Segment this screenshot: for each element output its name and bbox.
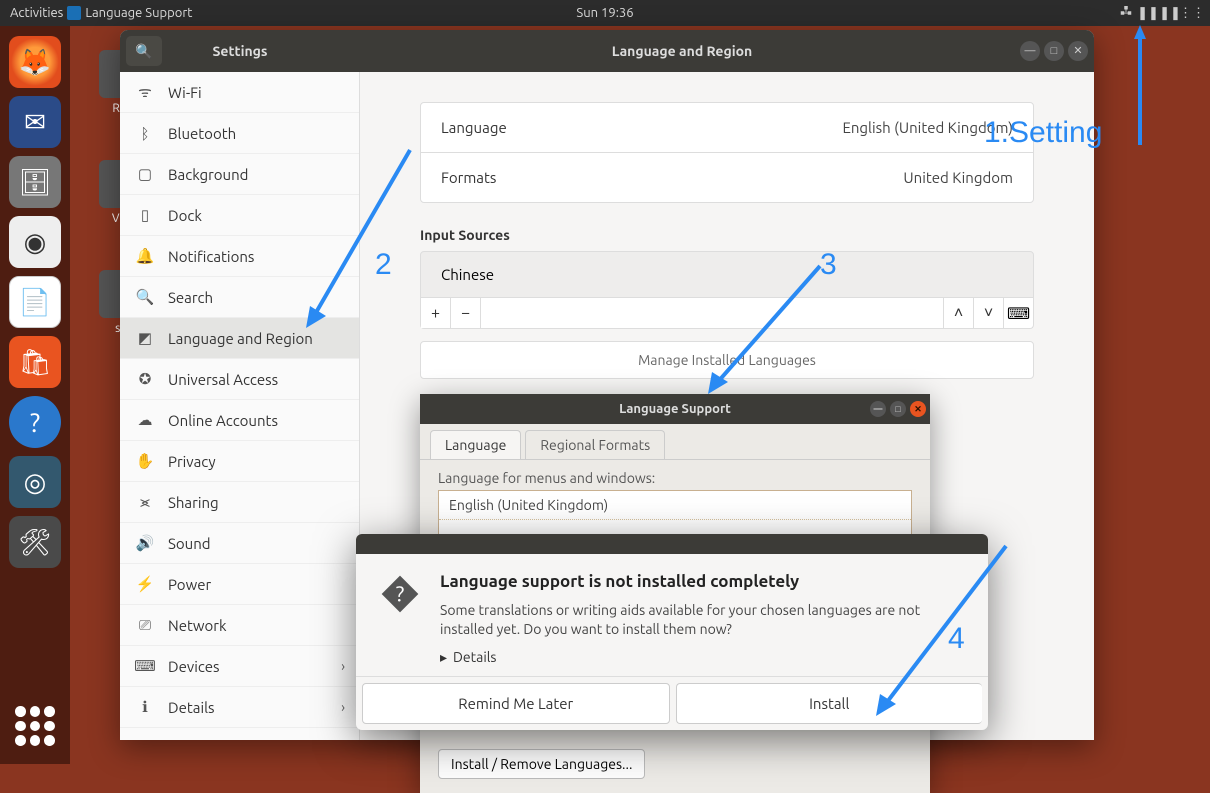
add-input-button[interactable]: + — [421, 298, 451, 328]
chevron-right-icon: › — [341, 658, 345, 674]
input-sources-label: Input Sources — [420, 227, 1034, 243]
sidebar-item-privacy[interactable]: ✋Privacy — [120, 441, 359, 482]
dock-rhythmbox[interactable]: ◉ — [9, 216, 61, 268]
annotation-arrow-1 — [1130, 25, 1150, 149]
indicator-icon-1[interactable]: ❚❚ — [1140, 5, 1156, 21]
clock[interactable]: Sun 19:36 — [576, 6, 633, 20]
menus-windows-label: Language for menus and windows: — [438, 470, 912, 486]
annotation-3: 3 — [820, 248, 837, 282]
svg-text:?: ? — [396, 581, 405, 606]
close-button[interactable]: ✕ — [910, 401, 926, 417]
app-menu-label[interactable]: Language Support — [85, 6, 192, 20]
language-support-titlebar: Language Support — □ ✕ — [420, 394, 930, 424]
dock-firefox[interactable]: 🦊 — [9, 36, 61, 88]
formats-row[interactable]: Formats United Kingdom — [421, 153, 1033, 202]
share-icon: ⪤ — [136, 493, 154, 511]
sidebar-item-online-accounts[interactable]: ☁Online Accounts — [120, 400, 359, 441]
sidebar-item-sharing[interactable]: ⪤Sharing — [120, 482, 359, 523]
question-icon: ? — [378, 572, 422, 639]
annotation-arrow-3 — [700, 258, 830, 402]
install-remove-languages-button[interactable]: Install / Remove Languages... — [438, 749, 645, 779]
annotation-2: 2 — [375, 248, 392, 282]
language-formats-box: Language English (United Kingdom) Format… — [420, 102, 1034, 203]
dock-thunderbird[interactable]: ✉ — [9, 96, 61, 148]
dock-screenshot[interactable]: ◎ — [9, 456, 61, 508]
dock-help[interactable]: ? — [9, 396, 61, 448]
network-icon: ⎚ — [136, 616, 154, 634]
dock-system-settings[interactable]: 🛠 — [9, 516, 61, 568]
power-icon: ⚡ — [136, 575, 154, 593]
language-list[interactable]: English (United Kingdom) — [438, 490, 912, 539]
app-menu-icon — [67, 6, 81, 20]
globe-icon: ◩ — [136, 329, 154, 347]
annotation-arrow-4 — [866, 540, 1016, 724]
hand-icon: ✋ — [136, 452, 154, 470]
language-row[interactable]: Language English (United Kingdom) — [421, 103, 1033, 153]
language-support-tabs: Language Regional Formats — [420, 424, 930, 460]
sidebar-item-details[interactable]: ℹDetails› — [120, 687, 359, 728]
annotation-4: 4 — [948, 622, 965, 656]
show-keyboard-layout-button[interactable]: ⌨ — [1003, 298, 1033, 328]
activities-button[interactable]: Activities — [10, 6, 63, 20]
chevron-right-icon: › — [341, 699, 345, 715]
minimize-button[interactable]: — — [1020, 41, 1040, 61]
gnome-top-bar: Activities Language Support Sun 19:36 ❚❚… — [0, 0, 1210, 26]
sidebar-item-devices[interactable]: ⌨Devices› — [120, 646, 359, 687]
annotation-arrow-2 — [300, 140, 420, 334]
sidebar-item-network[interactable]: ⎚Network — [120, 605, 359, 646]
settings-titlebar: 🔍 Settings Language and Region — □ ✕ — [120, 30, 1094, 72]
remove-input-button[interactable]: − — [451, 298, 481, 328]
bell-icon: 🔔 — [136, 247, 154, 265]
remind-later-button[interactable]: Remind Me Later — [362, 683, 670, 724]
dock-files[interactable]: 🗄 — [9, 156, 61, 208]
sound-icon: 🔊 — [136, 534, 154, 552]
maximize-button[interactable]: □ — [1044, 41, 1064, 61]
dock-show-applications[interactable] — [15, 706, 55, 746]
language-list-item[interactable]: English (United Kingdom) — [439, 491, 911, 520]
dock-software[interactable]: 🛍 — [9, 336, 61, 388]
search-icon: 🔍 — [136, 288, 154, 306]
wifi-icon: ᯤ — [136, 83, 154, 101]
move-down-button[interactable]: ˅ — [973, 298, 1003, 328]
accessibility-icon: ✪ — [136, 370, 154, 388]
annotation-1: 1.Setting — [984, 116, 1102, 150]
settings-title-left: Settings — [120, 43, 360, 59]
network-icon[interactable] — [1118, 5, 1134, 21]
devices-icon: ⌨ — [136, 657, 154, 675]
cloud-icon: ☁ — [136, 411, 154, 429]
dock-icon: ▯ — [136, 206, 154, 224]
indicator-icon-2[interactable]: ❚❚ — [1162, 5, 1178, 21]
bluetooth-icon: ᛒ — [136, 124, 154, 142]
settings-title-right: Language and Region — [360, 43, 1004, 59]
close-button[interactable]: ✕ — [1068, 41, 1088, 61]
sidebar-item-wifi[interactable]: ᯤWi-Fi — [120, 72, 359, 113]
info-icon: ℹ — [136, 698, 154, 716]
tab-regional-formats[interactable]: Regional Formats — [525, 430, 665, 459]
system-menu-icon[interactable]: ⋮⋮ — [1184, 5, 1200, 21]
dock-writer[interactable]: 📄 — [9, 276, 61, 328]
sidebar-item-universal-access[interactable]: ✪Universal Access — [120, 359, 359, 400]
background-icon: ▢ — [136, 165, 154, 183]
maximize-button[interactable]: □ — [890, 401, 906, 417]
launcher-dock: 🦊 ✉ 🗄 ◉ 📄 🛍 ? ◎ 🛠 — [0, 26, 70, 764]
move-up-button[interactable]: ˄ — [943, 298, 973, 328]
sidebar-item-sound[interactable]: 🔊Sound — [120, 523, 359, 564]
minimize-button[interactable]: — — [870, 401, 886, 417]
sidebar-item-power[interactable]: ⚡Power — [120, 564, 359, 605]
tab-language[interactable]: Language — [430, 430, 521, 459]
